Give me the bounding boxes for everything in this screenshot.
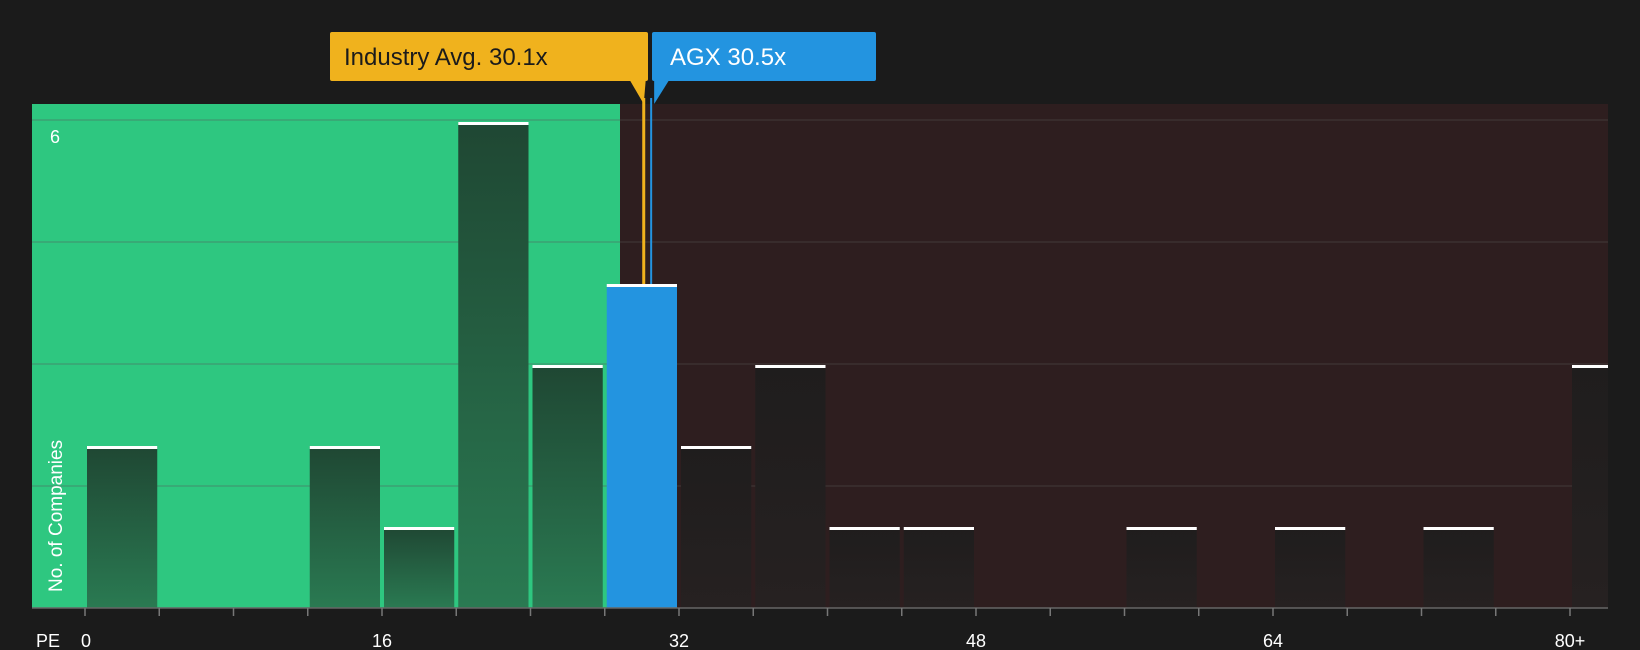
company-pe-label: AGX 30.5x: [670, 44, 786, 71]
bar-cap: [87, 446, 158, 449]
company-pe-pointer: [654, 80, 670, 104]
x-tick-label: 80+: [1555, 631, 1586, 650]
bar-cap: [829, 527, 900, 530]
histogram-bar: [681, 446, 752, 608]
company-pe-callout: AGX 30.5x: [652, 32, 876, 104]
histogram-bar: [1275, 527, 1346, 608]
histogram-bar: [309, 446, 380, 608]
bar-cap: [309, 446, 380, 449]
histogram-bar: [532, 365, 603, 608]
industry-average-label: Industry Avg. 30.1x: [344, 44, 548, 71]
industry-average-pointer: [629, 80, 646, 104]
y-tick-label: 6: [50, 127, 60, 147]
bar-cap: [755, 365, 826, 368]
industry-average-callout: Industry Avg. 30.1x: [330, 32, 648, 104]
x-axis-title: PE: [36, 631, 60, 650]
x-tick-label: 48: [966, 631, 986, 650]
x-tick-label: 64: [1263, 631, 1283, 650]
histogram-bar: [903, 527, 974, 608]
bar-cap: [681, 446, 752, 449]
histogram-bar: [384, 527, 455, 608]
histogram-bar: [458, 122, 529, 608]
x-tick-label: 0: [81, 631, 91, 650]
histogram-bar: [1572, 365, 1608, 608]
bar-cap: [1126, 527, 1197, 530]
y-axis-title: No. of Companies: [46, 440, 67, 592]
x-tick-label: 32: [669, 631, 689, 650]
bar-cap: [458, 122, 529, 125]
histogram-bar: [606, 284, 677, 608]
histogram-bar: [87, 446, 158, 608]
histogram-bar: [1126, 527, 1197, 608]
pe-distribution-chart: 0 16 32 48 64 80+ 6 No. of Companies PE Indus…: [32, 32, 1608, 650]
bar-cap: [1275, 527, 1346, 530]
x-axis-ticks: 0 16 32 48 64 80+: [81, 608, 1585, 650]
bar-cap: [1572, 365, 1608, 368]
x-tick-label: 16: [372, 631, 392, 650]
bar-cap: [903, 527, 974, 530]
bar-cap: [532, 365, 603, 368]
histogram-bar: [829, 527, 900, 608]
histogram-bar: [755, 365, 826, 608]
bar-cap: [606, 284, 677, 287]
bar-cap: [384, 527, 455, 530]
bar-cap: [1423, 527, 1494, 530]
histogram-bar: [1423, 527, 1494, 608]
